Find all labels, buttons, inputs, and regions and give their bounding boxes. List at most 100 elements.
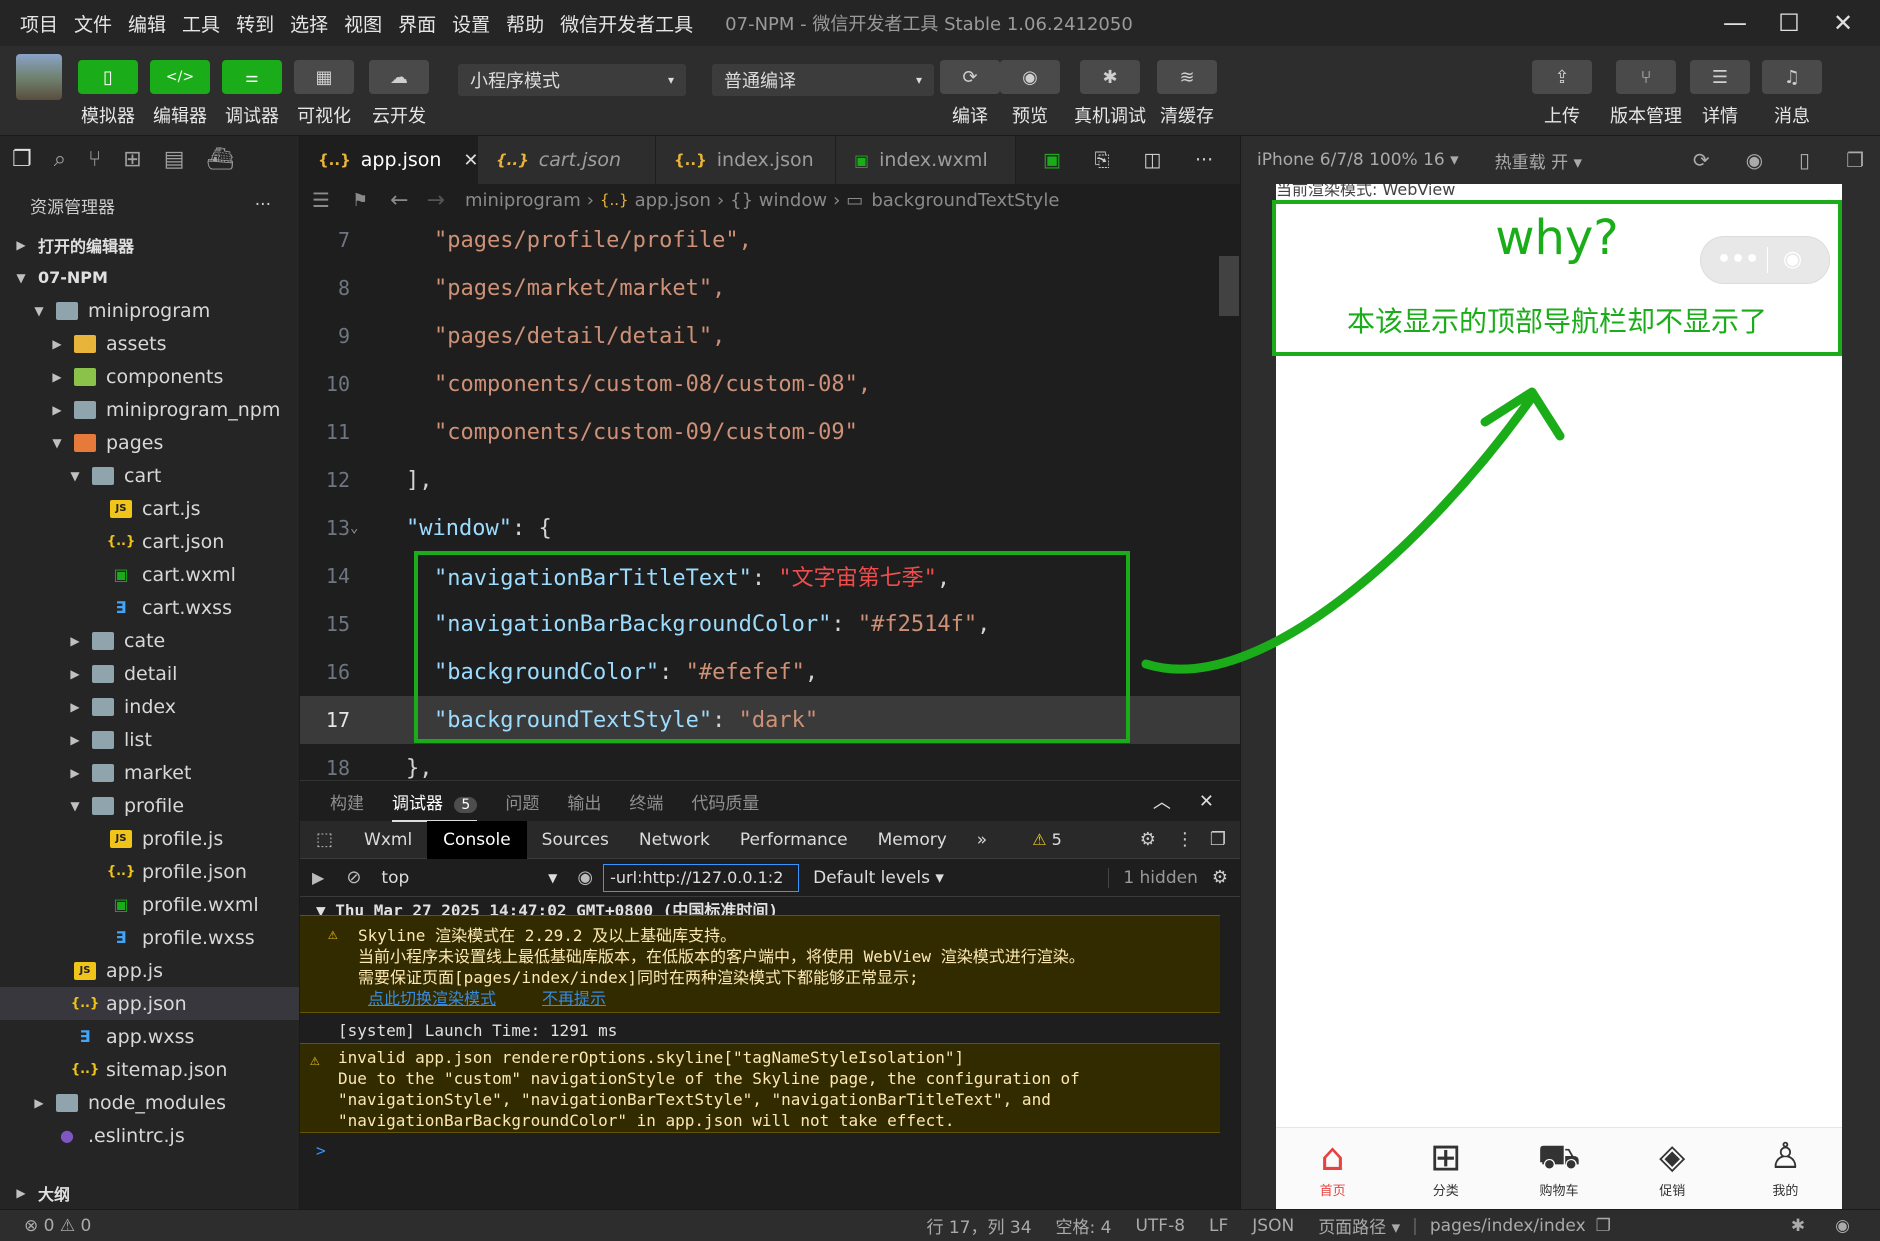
tab-output[interactable]: 输出 [567,789,601,814]
indentation[interactable]: 空格: 4 [1056,1213,1112,1238]
tree-item[interactable]: ▶ market [0,756,299,789]
inspect-icon[interactable]: ⬚ [300,829,349,850]
forward-arrow-icon[interactable]: → [427,188,445,213]
kebab-icon[interactable]: ⋮ [1166,829,1204,850]
compile-button[interactable]: ⟳ 编译 [940,60,1000,128]
docker-icon[interactable]: ⛴ [207,147,235,172]
undock-icon[interactable]: ❐ [1204,829,1240,850]
devtab-memory[interactable]: Memory [863,830,962,850]
close-window-icon[interactable]: ✕ [1816,9,1870,37]
breadcrumb-property[interactable]: backgroundTextStyle [871,190,1059,211]
tab-index-json[interactable]: {..} index.json [656,136,836,184]
tab-quality[interactable]: 代码质量 [691,789,759,814]
tree-item[interactable]: ▼ profile [0,789,299,822]
device-select[interactable]: iPhone 6/7/8 100% 16 ▾ [1257,150,1459,170]
tree-item[interactable]: ▶ index [0,690,299,723]
devtab-console[interactable]: Console [427,820,527,859]
warning-counter[interactable]: ⚠ 5 [1032,830,1062,849]
tree-item[interactable]: ▼ miniprogram [0,294,299,327]
reload-icon[interactable]: ⟳ [1693,148,1710,172]
menu-settings[interactable]: 设置 [444,10,498,37]
devtab-wxml[interactable]: Wxml [349,830,427,850]
tree-item[interactable]: ● .eslintrc.js [0,1119,299,1152]
cloud-button[interactable]: ☁ 云开发 [369,60,429,128]
scrollbar-thumb[interactable] [1219,256,1239,316]
devtab-network[interactable]: Network [624,830,725,850]
tab-app-json[interactable]: {..} app.json ✕ [300,136,479,184]
bookmark-icon[interactable]: ⚑ [352,190,368,211]
close-icon[interactable]: ✕ [463,150,478,171]
more-actions-icon[interactable]: ··· [1195,149,1213,171]
popout-icon[interactable]: ❐ [1846,148,1864,172]
tree-item[interactable]: ▶ list [0,723,299,756]
filter-input[interactable]: -url:http://127.0.0.1:2 [603,863,800,892]
tree-item[interactable]: {..} sitemap.json [0,1053,299,1086]
devtab-performance[interactable]: Performance [725,830,863,850]
menu-tools[interactable]: 工具 [174,10,228,37]
breadcrumb-object[interactable]: {} window [730,190,827,211]
version-button[interactable]: ⑂ 版本管理 [1610,60,1682,128]
avatar[interactable] [16,54,62,100]
compile-mode-select[interactable]: 普通编译 ▾ [712,64,934,96]
search-icon[interactable]: ⌕ [54,147,66,172]
menu-view[interactable]: 视图 [336,10,390,37]
extensions-icon[interactable]: ⊞ [123,147,141,172]
tree-item[interactable]: ∃ app.wxss [0,1020,299,1053]
chevron-up-icon[interactable]: ︿ [1153,788,1171,814]
copy-icon[interactable]: ❐ [1596,1216,1611,1236]
tree-item[interactable]: {..} cart.json [0,525,299,558]
mode-select[interactable]: 小程序模式 ▾ [458,64,686,96]
upload-button[interactable]: ⇪ 上传 [1532,60,1592,128]
preview-file-icon[interactable]: ▣ [1043,149,1061,171]
maximize-icon[interactable]: ☐ [1762,9,1816,37]
tab-debugger[interactable]: 调试器 5 [392,789,478,822]
fold-chevron-icon[interactable]: ⌄ [350,520,358,536]
more-tabs-icon[interactable]: » [962,830,1002,850]
clear-console-icon[interactable]: ⊘ [336,867,371,888]
tabbar-cart[interactable]: ⛟ 购物车 [1502,1128,1615,1209]
menu-help[interactable]: 帮助 [498,10,552,37]
tab-problems[interactable]: 问题 [505,789,539,814]
log-levels-select[interactable]: Default levels ▾ [799,868,958,888]
source-control-icon[interactable]: ⑂ [88,147,101,172]
clear-cache-button[interactable]: ≋ 清缓存 [1157,60,1217,128]
simulator-button[interactable]: ▯ 模拟器 [78,60,138,128]
tree-item[interactable]: ▶ components [0,360,299,393]
cursor-position[interactable]: 行 17，列 34 [926,1213,1031,1238]
menu-interface[interactable]: 界面 [390,10,444,37]
console-settings-icon[interactable]: ⚙ [1212,867,1240,888]
back-arrow-icon[interactable]: ← [390,188,408,213]
remote-debug-button[interactable]: ✱ 真机调试 [1074,60,1146,128]
page-path-select[interactable]: 页面路径 ▾ [1318,1213,1400,1238]
close-panel-icon[interactable]: ✕ [1199,791,1214,812]
tabbar-promo[interactable]: ◈ 促销 [1616,1128,1729,1209]
tabbar-profile[interactable]: ♙ 我的 [1729,1128,1842,1209]
tree-item[interactable]: {..}package-lock.json [0,1152,299,1159]
save-icon[interactable]: ▤ [164,147,185,172]
switch-render-link[interactable]: 点此切换渲染模式 [368,985,496,1009]
problems-count[interactable]: ⊗ 0 ⚠ 0 [24,1216,91,1236]
tree-item[interactable]: ▼ cart [0,459,299,492]
tab-index-wxml[interactable]: ▣ index.wxml [836,136,1016,184]
tab-build[interactable]: 构建 [330,789,364,814]
tree-item[interactable]: ∃ profile.wxss [0,921,299,954]
editor-button[interactable]: </> 编辑器 [150,60,210,128]
line-ending[interactable]: LF [1209,1216,1228,1236]
menu-select[interactable]: 选择 [282,10,336,37]
tree-item[interactable]: ▼ pages [0,426,299,459]
more-icon[interactable]: ··· [255,195,271,215]
files-icon[interactable]: ❐ [12,147,32,172]
preview-button[interactable]: ◉ 预览 [1000,60,1060,128]
tabbar-home[interactable]: ⌂ 首页 [1276,1128,1389,1209]
outline-section[interactable]: ▶ 大纲 [0,1176,299,1209]
tree-item[interactable]: ▶ detail [0,657,299,690]
split-editor-icon[interactable]: ◫ [1143,149,1161,171]
menu-wechat-devtools[interactable]: 微信开发者工具 [552,10,701,37]
tree-item[interactable]: ▶ assets [0,327,299,360]
tree-item[interactable]: ▶ miniprogram_npm [0,393,299,426]
breadcrumb-folder[interactable]: miniprogram [465,190,581,211]
messages-button[interactable]: ♫ 消息 [1762,60,1822,128]
settings-gear-icon[interactable]: ⚙ [1130,829,1166,850]
eye-status-icon[interactable]: ◉ [1835,1216,1850,1236]
language-mode[interactable]: JSON [1252,1216,1294,1236]
